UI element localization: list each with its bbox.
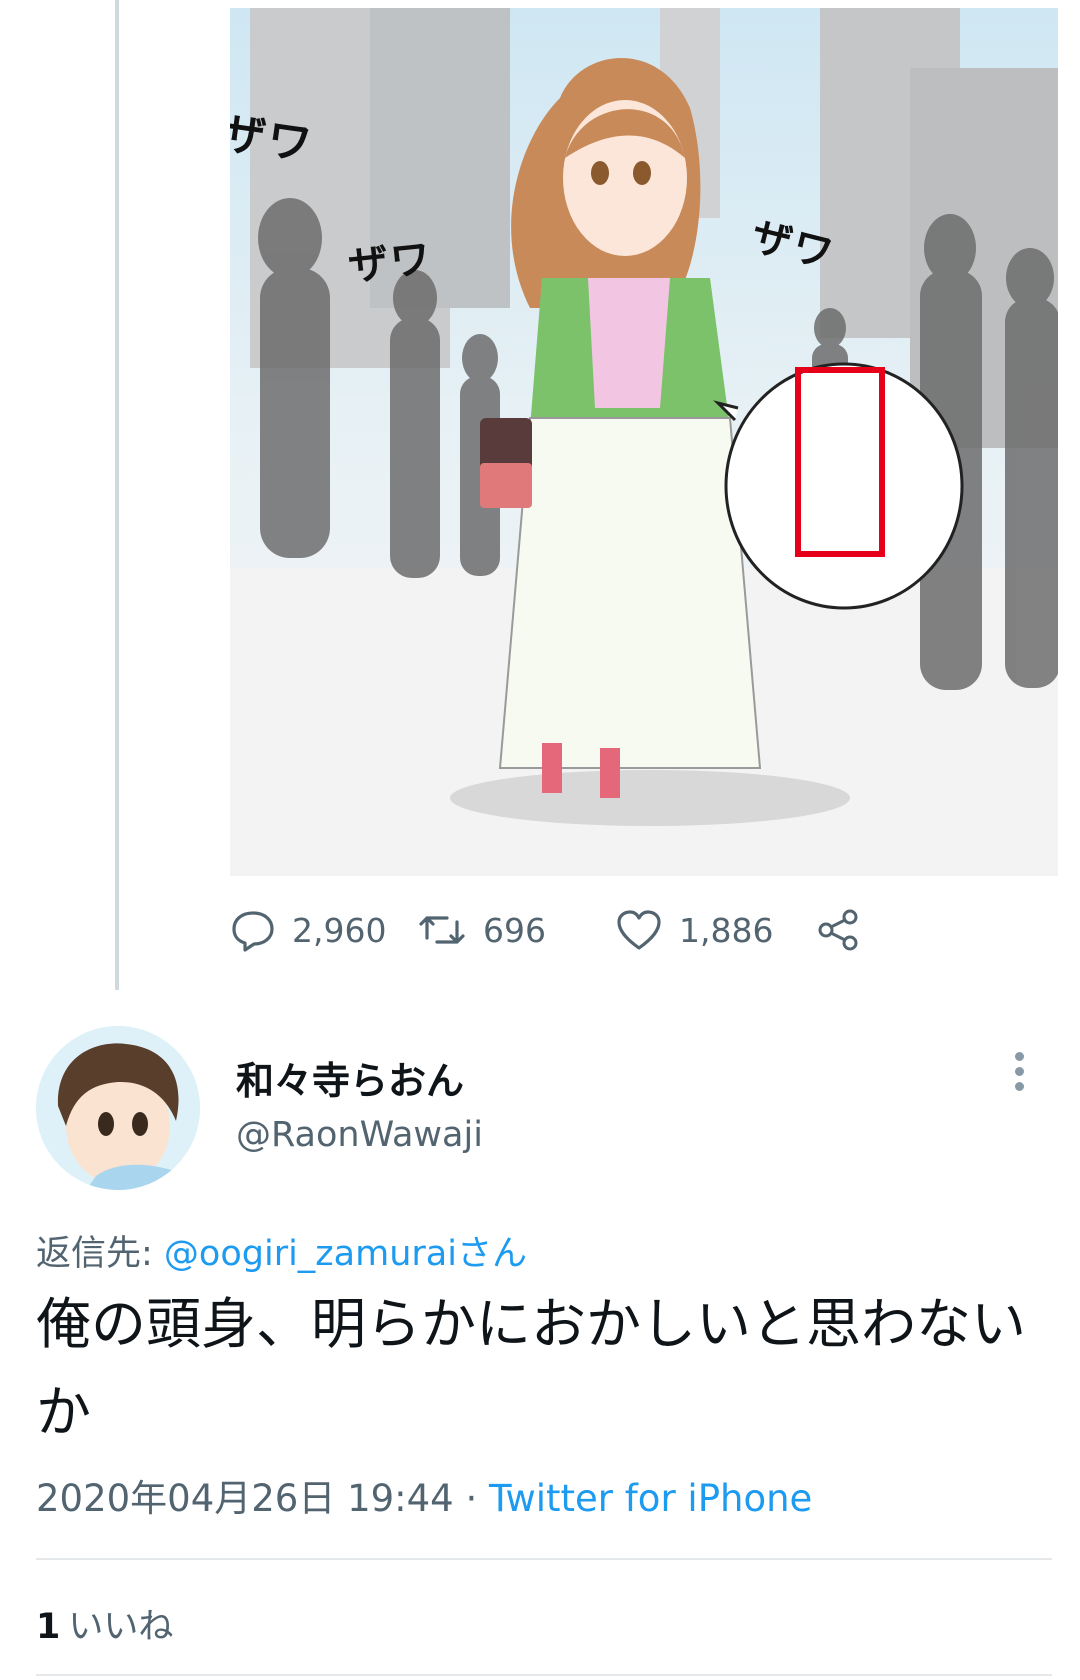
likes-summary[interactable]: 1 いいね (36, 1598, 173, 1649)
sfx-text: ザワ (230, 107, 317, 172)
reply-button[interactable]: 2,960 (230, 905, 386, 955)
user-handle[interactable]: @RaonWawaji (236, 1115, 483, 1155)
reply-count: 2,960 (292, 910, 387, 950)
more-dot-icon (1014, 1067, 1024, 1076)
more-options-button[interactable] (1012, 1052, 1026, 1102)
retweet-count: 696 (483, 910, 546, 950)
like-button[interactable]: 1,886 (615, 905, 773, 955)
reply-to-link[interactable]: @oogiri_zamuraiさん (164, 1234, 527, 1274)
avatar[interactable] (36, 1026, 200, 1190)
sfx-text: ザワ (346, 235, 435, 291)
share-icon (818, 909, 858, 951)
more-dot-icon (1014, 1052, 1024, 1061)
reply-to-prefix: 返信先: (36, 1234, 164, 1274)
display-name[interactable]: 和々寺らおん (236, 1050, 464, 1105)
tweet-meta: 2020年04月26日 19:44 · Twitter for iPhone (36, 1468, 812, 1522)
thread-connector-line (115, 0, 119, 990)
avatar-illustration (36, 1026, 200, 1190)
divider (36, 1674, 1052, 1676)
likes-summary-label: いいね (68, 1607, 174, 1647)
timestamp[interactable]: 2020年04月26日 19:44 (36, 1477, 454, 1520)
likes-summary-count: 1 (36, 1607, 61, 1647)
retweet-icon (419, 916, 465, 944)
like-icon (617, 910, 661, 950)
share-button[interactable] (815, 905, 877, 955)
meta-separator: · (453, 1477, 490, 1520)
more-dot-icon (1014, 1082, 1024, 1091)
retweet-button[interactable]: 696 (417, 905, 546, 955)
like-count: 1,886 (679, 910, 774, 950)
tweet-media-image[interactable]: ザワ ザワ ザワ (230, 8, 1058, 876)
tweet-action-bar: 2,960 696 1,886 (230, 905, 950, 955)
tweet-source-link[interactable]: Twitter for iPhone (489, 1477, 812, 1520)
manga-illustration (230, 8, 1058, 876)
reply-to-line: 返信先: @oogiri_zamuraiさん (36, 1225, 527, 1276)
divider (36, 1558, 1052, 1560)
tweet-text: 俺の頭身、明らかにおかしいと思わないか (36, 1292, 1027, 1444)
reply-icon (232, 911, 274, 952)
